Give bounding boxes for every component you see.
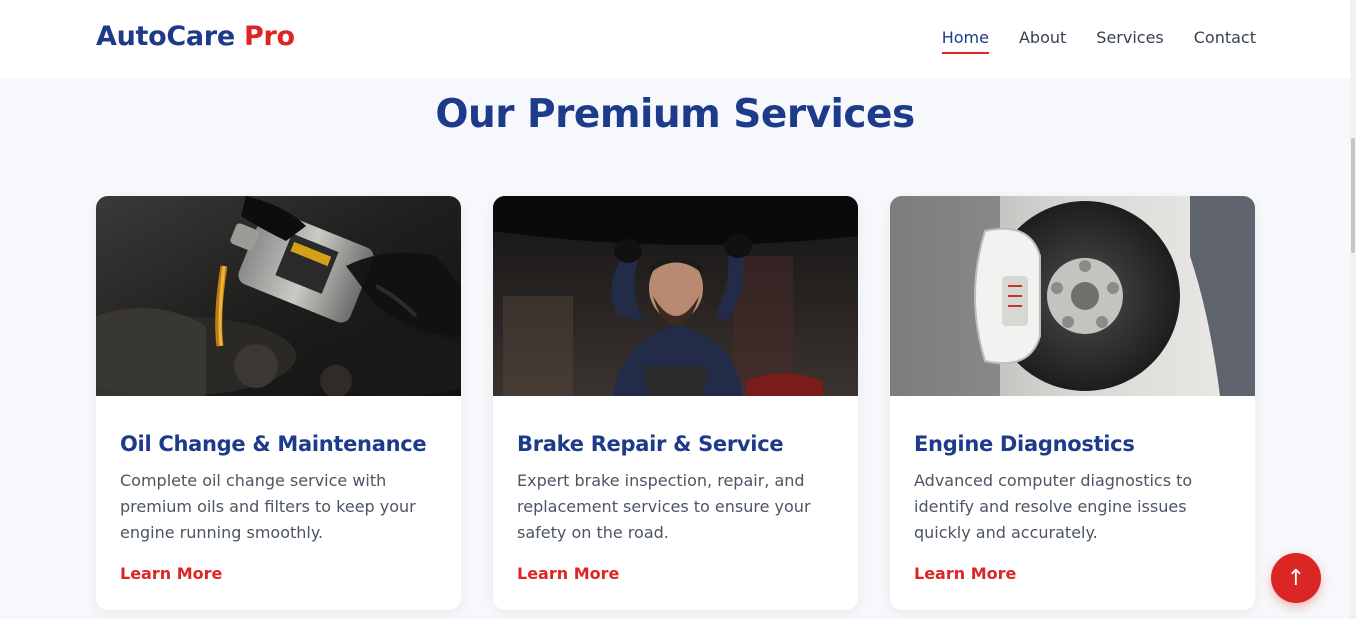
engine-diagnostics-image [890,196,1255,396]
page: AutoCare Pro Home About Services Contact… [0,0,1356,619]
learn-more-link[interactable]: Learn More [517,564,619,583]
brand-accent: Pro [243,21,295,52]
card-description: Complete oil change service with premium… [120,471,416,542]
nav-services[interactable]: Services [1096,28,1163,54]
scrollbar-thumb[interactable] [1351,138,1355,253]
card-title: Oil Change & Maintenance [120,432,427,456]
nav-home[interactable]: Home [941,28,990,54]
site-header: AutoCare Pro Home About Services Contact [0,0,1356,78]
card-body: Oil Change & Maintenance Complete oil ch… [96,396,461,546]
service-card-brake-repair: Brake Repair & Service Expert brake insp… [493,196,858,610]
arrow-up-icon: ↑ [1286,565,1306,591]
page-scrollbar[interactable] [1350,0,1356,619]
brake-repair-image [493,196,858,396]
service-card-oil-change: Oil Change & Maintenance Complete oil ch… [96,196,461,610]
oil-change-image [96,196,461,396]
main-nav: Home About Services Contact [941,28,1256,54]
service-card-engine-diagnostics: Engine Diagnostics Advanced computer dia… [890,196,1255,610]
service-cards: Oil Change & Maintenance Complete oil ch… [96,196,1255,610]
card-body: Brake Repair & Service Expert brake insp… [493,396,858,546]
card-title: Engine Diagnostics [914,432,1135,456]
nav-contact[interactable]: Contact [1194,28,1256,54]
back-to-top-button[interactable]: ↑ [1271,553,1321,603]
brand-logo[interactable]: AutoCare Pro [96,21,295,52]
card-description: Expert brake inspection, repair, and rep… [517,471,811,542]
card-body: Engine Diagnostics Advanced computer dia… [890,396,1255,546]
nav-about[interactable]: About [1019,28,1066,54]
card-title: Brake Repair & Service [517,432,784,456]
learn-more-link[interactable]: Learn More [120,564,222,583]
brand-name: AutoCare [96,21,235,52]
learn-more-link[interactable]: Learn More [914,564,1016,583]
section-title: Our Premium Services [435,92,915,137]
card-description: Advanced computer diagnostics to identif… [914,471,1193,542]
